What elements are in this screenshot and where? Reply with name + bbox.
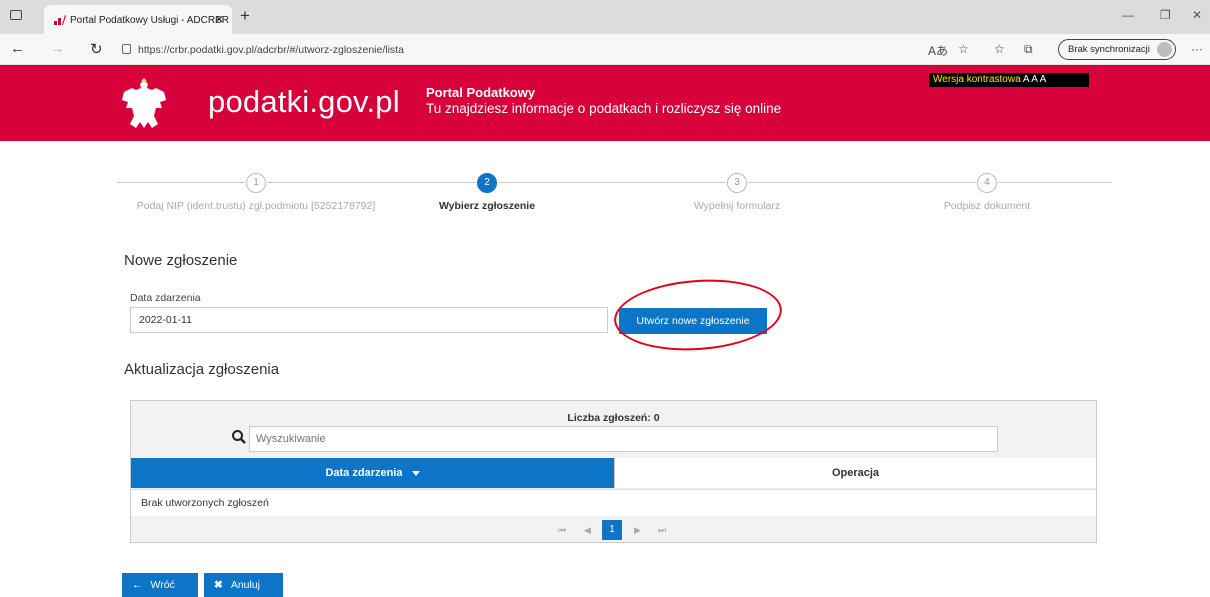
cancel-button-label: Anuluj — [230, 579, 261, 591]
stepper-line — [267, 182, 476, 183]
stepper-line — [748, 182, 976, 183]
highlight-annotation — [611, 274, 785, 356]
favicon-icon — [54, 15, 66, 25]
column-header-event-date[interactable]: Data zdarzenia — [131, 458, 614, 488]
step-2-circle: 2 — [477, 173, 497, 193]
more-menu-icon[interactable]: ··· — [1191, 42, 1203, 56]
stepper-line — [498, 182, 726, 183]
collections-icon[interactable]: ⧉ — [1024, 42, 1033, 57]
read-aloud-icon[interactable]: Aあ — [928, 42, 948, 59]
column-header-event-date-label: Data zdarzenia — [325, 467, 403, 479]
url-field[interactable]: https://crbr.podatki.gov.pl/adcrbr/#/utw… — [118, 40, 908, 60]
step-3-circle: 3 — [727, 173, 747, 193]
font-size-controls[interactable]: A A A — [1023, 74, 1046, 85]
prev-page-icon[interactable]: ◀ — [584, 525, 591, 536]
new-tab-icon[interactable]: + — [240, 6, 250, 26]
step-4-circle: 4 — [977, 173, 997, 193]
search-input[interactable] — [249, 426, 998, 452]
profile-avatar-icon — [1157, 42, 1172, 57]
window-close-icon[interactable]: ✕ — [1192, 8, 1202, 22]
sync-button[interactable]: Brak synchronizacji — [1058, 39, 1176, 60]
current-page[interactable]: 1 — [602, 520, 622, 540]
portal-subtitle: Tu znajdziesz informacje o podatkach i r… — [426, 101, 782, 116]
restore-icon[interactable]: ❐ — [1160, 8, 1171, 22]
favorites-icon[interactable]: ☆ — [994, 42, 1005, 56]
browser-tab-bar: Portal Podatkowy Usługi - ADCRBR ✕ + — ❐… — [0, 0, 1210, 34]
arrow-left-icon: ← — [132, 579, 143, 591]
stepper-line — [117, 182, 245, 183]
browser-address-bar: ← → ↻ https://crbr.podatki.gov.pl/adcrbr… — [0, 34, 1210, 65]
last-page-icon[interactable]: ⏭ — [658, 525, 666, 536]
contrast-label: Wersja kontrastowa — [933, 74, 1021, 85]
search-icon — [232, 430, 246, 444]
refresh-icon[interactable]: ↻ — [90, 40, 103, 58]
step-3-label: Wypełnij formularz — [693, 200, 781, 212]
event-date-label: Data zdarzenia — [130, 292, 201, 304]
cancel-button[interactable]: ✖ Anuluj — [204, 573, 283, 597]
back-arrow-icon[interactable]: ← — [10, 40, 25, 57]
browser-tab[interactable]: Portal Podatkowy Usługi - ADCRBR ✕ — [44, 5, 232, 34]
eagle-emblem-icon — [122, 78, 166, 128]
back-button-label: Wróć — [150, 579, 175, 591]
x-icon: ✖ — [214, 579, 223, 591]
tab-title: Portal Podatkowy Usługi - ADCRBR — [70, 15, 229, 26]
step-2-label: Wybierz zgłoszenie — [438, 200, 536, 212]
step-1-label: Podaj NIP (ident.trustu) zgł.podmiotu [5… — [136, 200, 376, 212]
back-button[interactable]: ← Wróć — [122, 573, 198, 597]
report-count: Liczba zgłoszeń: 0 — [567, 412, 660, 424]
stepper-line — [998, 182, 1112, 183]
forward-arrow-icon[interactable]: → — [50, 40, 65, 57]
first-page-icon[interactable]: ⏮ — [558, 525, 566, 536]
event-date-input[interactable] — [130, 307, 608, 333]
close-tab-icon[interactable]: ✕ — [215, 13, 224, 26]
minimize-icon[interactable]: — — [1122, 8, 1134, 22]
site-header: podatki.gov.pl Portal Podatkowy Tu znajd… — [0, 65, 1210, 141]
tab-actions-icon[interactable] — [10, 10, 22, 20]
reports-table-panel: Liczba zgłoszeń: 0 Data zdarzenia Operac… — [130, 400, 1097, 543]
favorite-add-icon[interactable]: ☆ — [958, 42, 969, 56]
empty-table-message: Brak utworzonych zgłoszeń — [131, 489, 1096, 516]
next-page-icon[interactable]: ▶ — [634, 525, 641, 536]
step-4-label: Podpisz dokument — [943, 200, 1031, 212]
portal-title: Portal Podatkowy — [426, 85, 536, 100]
lock-icon — [122, 44, 131, 54]
site-logo[interactable]: podatki.gov.pl — [208, 84, 400, 120]
update-report-heading: Aktualizacja zgłoszenia — [124, 361, 280, 378]
url-text: https://crbr.podatki.gov.pl/adcrbr/#/utw… — [138, 44, 404, 56]
column-header-operation: Operacja — [614, 458, 1096, 488]
pagination: ⏮ ◀ 1 ▶ ⏭ — [131, 517, 1096, 543]
sort-desc-icon — [411, 470, 420, 476]
contrast-toggle[interactable]: Wersja kontrastowa A A A — [929, 73, 1089, 87]
new-report-heading: Nowe zgłoszenie — [124, 252, 238, 269]
sync-label: Brak synchronizacji — [1068, 44, 1150, 55]
step-1-circle: 1 — [246, 173, 266, 193]
